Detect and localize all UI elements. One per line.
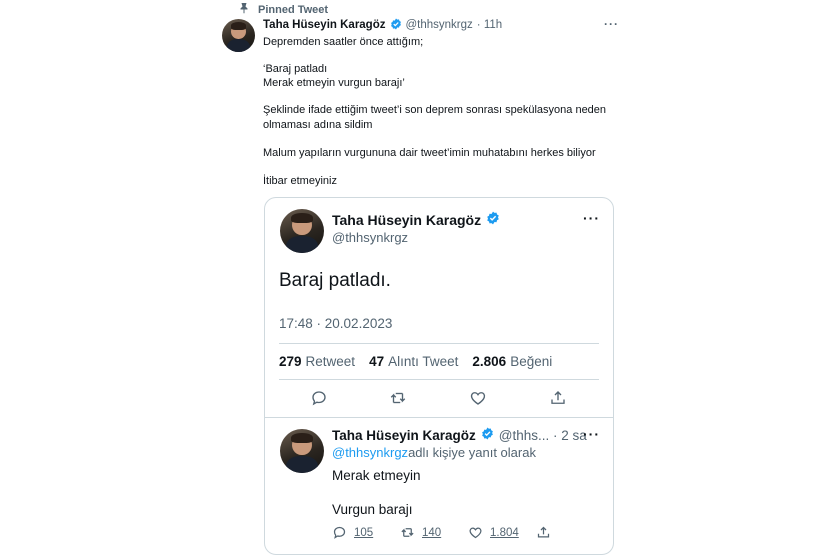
tweet-text-line: ‘Baraj patladı <box>263 63 328 75</box>
reply-actions: 105 140 1.804 <box>332 525 551 540</box>
more-icon[interactable]: ··· <box>583 210 600 226</box>
retweet-icon[interactable] <box>389 389 407 412</box>
divider <box>265 417 613 418</box>
reply-icon[interactable] <box>310 389 328 412</box>
retweet-count[interactable]: 279 <box>279 354 302 369</box>
tweet-text-line: Merak etmeyin vurgun barajı’ <box>263 77 405 89</box>
quoted-tweet-text: Baraj patladı. <box>279 270 391 291</box>
engagement-stats: 279 Retweet 47 Alıntı Tweet 2.806 Beğeni <box>279 354 552 369</box>
retweet-count[interactable]: 140 <box>422 527 468 539</box>
like-icon[interactable] <box>469 389 487 412</box>
quoted-tweet-card[interactable]: Taha Hüseyin Karagöz @thhsynkrgz ··· Bar… <box>264 197 614 555</box>
tweet-text-line: olmaması adına sildim <box>263 119 373 131</box>
quote-count[interactable]: 47 <box>369 354 384 369</box>
like-count[interactable]: 2.806 <box>472 354 506 369</box>
pinned-header: Pinned Tweet <box>238 2 328 18</box>
tweet-text-line: Şeklinde ifade ettiğim tweet’i son depre… <box>263 104 607 116</box>
share-icon[interactable] <box>536 525 551 540</box>
more-icon[interactable]: ··· <box>583 426 600 442</box>
quote-label[interactable]: Alıntı Tweet <box>388 354 458 369</box>
reply-to-suffix: adlı kişiye yanıt olarak <box>408 445 536 460</box>
reply-to-handle-link[interactable]: @thhsynkrgz <box>332 445 408 460</box>
divider <box>279 379 599 380</box>
retweet-label[interactable]: Retweet <box>306 354 356 369</box>
pinned-label: Pinned Tweet <box>258 4 329 16</box>
reply-text-line: Vurgun barajı <box>332 502 413 517</box>
reply-header: Taha Hüseyin Karagöz @thhs... · 2 sa <box>332 427 587 443</box>
retweet-icon[interactable] <box>400 525 415 540</box>
reply-text-line: Merak etmeyin <box>332 468 421 483</box>
divider <box>279 343 599 344</box>
reply-count[interactable]: 105 <box>354 527 400 539</box>
quoted-author-name[interactable]: Taha Hüseyin Karagöz <box>332 212 481 228</box>
verified-badge-icon <box>390 18 402 33</box>
author-name[interactable]: Taha Hüseyin Karagöz <box>263 19 386 31</box>
tweet-header: Taha Hüseyin Karagöz @thhsynkrgz · 11h <box>263 17 502 33</box>
verified-badge-icon <box>486 211 500 228</box>
author-handle[interactable]: @thhsynkrgz <box>406 19 473 31</box>
tweet-time[interactable]: · 11h <box>477 19 502 31</box>
pin-icon <box>238 1 250 19</box>
author-avatar[interactable] <box>222 19 255 52</box>
tweet-text-line: Malum yapıların vurgununa dair tweet’imi… <box>263 147 596 159</box>
quoted-header: Taha Hüseyin Karagöz <box>332 211 500 228</box>
tweet-text-line: İtibar etmeyiniz <box>263 175 337 187</box>
quoted-timestamp[interactable]: 17:48 · 20.02.2023 <box>279 316 392 331</box>
like-icon[interactable] <box>468 525 483 540</box>
share-icon[interactable] <box>549 389 567 412</box>
tweet-text-line: Depremden saatler önce attığım; <box>263 36 424 48</box>
reply-author-avatar[interactable] <box>280 429 324 473</box>
quoted-author-avatar[interactable] <box>280 209 324 253</box>
more-icon[interactable]: ··· <box>604 17 619 31</box>
replying-to: @thhsynkrgz adlı kişiye yanıt olarak <box>332 445 536 460</box>
like-count[interactable]: 1.804 <box>490 527 536 539</box>
reply-handle-time[interactable]: @thhs... · 2 sa <box>499 428 587 443</box>
reply-icon[interactable] <box>332 525 347 540</box>
verified-badge-icon <box>481 427 494 443</box>
like-label[interactable]: Beğeni <box>510 354 552 369</box>
reply-author-name[interactable]: Taha Hüseyin Karagöz <box>332 428 476 443</box>
quoted-author-handle[interactable]: @thhsynkrgz <box>332 230 408 245</box>
